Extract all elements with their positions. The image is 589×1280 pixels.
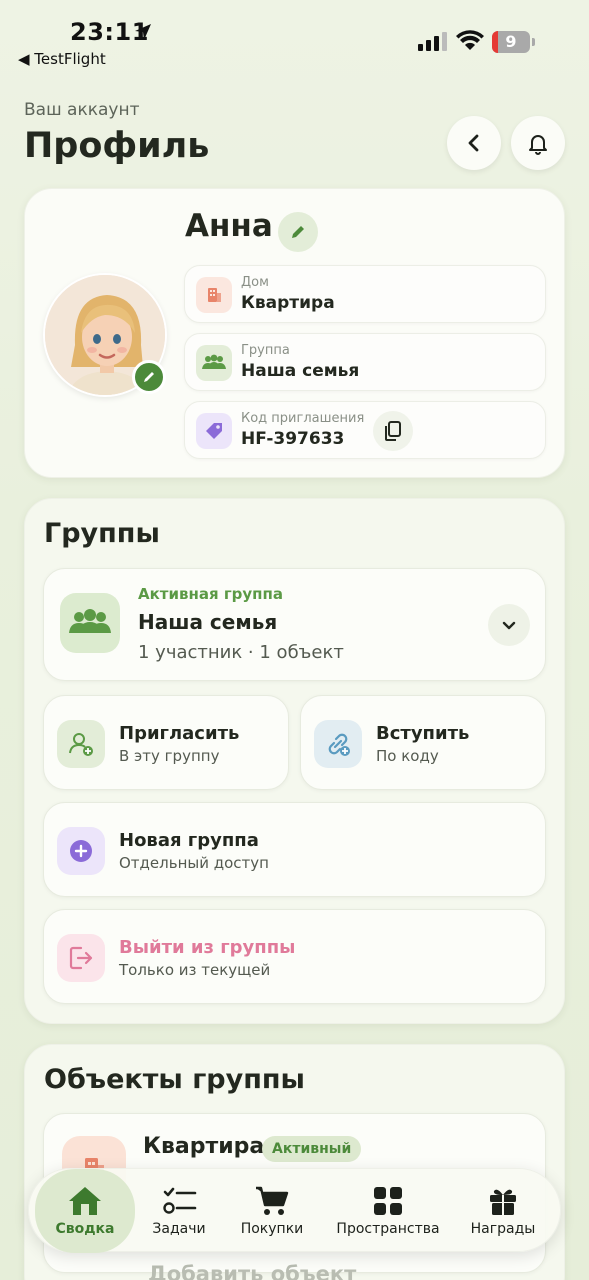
exit-icon	[57, 934, 105, 982]
add-object-button[interactable]: Добавить объект	[148, 1262, 356, 1280]
cellular-signal-icon	[418, 32, 447, 51]
tab-rewards-label: Награды	[470, 1221, 536, 1237]
link-add-icon	[314, 720, 362, 768]
home-icon	[69, 1187, 101, 1215]
pencil-icon	[144, 372, 154, 382]
groups-title: Группы	[44, 518, 160, 549]
new-group-tile[interactable]: Новая группа Отдельный доступ	[43, 802, 546, 897]
building-icon	[196, 277, 232, 313]
location-arrow-icon	[135, 24, 151, 40]
active-group-meta: 1 участник · 1 объект	[138, 642, 344, 663]
home-row[interactable]: Дом Квартира	[184, 265, 546, 323]
new-group-subtitle: Отдельный доступ	[119, 854, 269, 872]
tab-spaces-label: Пространства	[336, 1221, 440, 1237]
invite-subtitle: В эту группу	[119, 747, 220, 765]
checklist-icon	[163, 1187, 197, 1214]
people-icon	[196, 345, 232, 381]
profile-name: Анна	[185, 208, 273, 244]
invite-code-value: HF-397633	[241, 429, 345, 449]
active-group-tag: Активная группа	[138, 585, 284, 603]
tab-shopping-label: Покупки	[240, 1221, 304, 1237]
status-bar: 23:11 ◀ TestFlight 9	[0, 0, 589, 80]
invite-title: Пригласить	[119, 723, 240, 744]
invite-tile[interactable]: Пригласить В эту группу	[43, 695, 289, 790]
home-value: Квартира	[241, 293, 335, 313]
page-subtitle: Ваш аккаунт	[24, 100, 140, 120]
home-label: Дом	[241, 275, 269, 290]
join-tile[interactable]: Вступить По коду	[300, 695, 546, 790]
object-active-badge: Активный	[262, 1136, 362, 1162]
tab-summary[interactable]: Сводка	[35, 1169, 135, 1253]
avatar-edit-button[interactable]	[132, 360, 166, 394]
bottom-tab-bar: Сводка Задачи Покупки Пространства Награ…	[28, 1168, 561, 1253]
back-button[interactable]	[447, 116, 501, 170]
tab-summary-label: Сводка	[55, 1221, 115, 1237]
join-subtitle: По коду	[376, 747, 439, 765]
group-value: Наша семья	[241, 361, 360, 381]
wifi-icon	[456, 30, 484, 50]
leave-group-subtitle: Только из текущей	[119, 961, 271, 979]
battery-level: 9	[505, 32, 517, 51]
object-name: Квартира	[143, 1134, 265, 1159]
grid-icon	[374, 1187, 402, 1215]
leave-group-tile[interactable]: Выйти из группы Только из текущей	[43, 909, 546, 1004]
group-switch-button[interactable]	[488, 604, 530, 646]
chevron-left-icon	[468, 134, 479, 152]
join-title: Вступить	[376, 723, 470, 744]
cart-icon	[256, 1186, 289, 1215]
tab-spaces[interactable]: Пространства	[329, 1169, 447, 1253]
back-to-testflight-link[interactable]: ◀ TestFlight	[18, 50, 106, 68]
leave-group-title: Выйти из группы	[119, 937, 296, 958]
copy-code-button[interactable]	[373, 411, 413, 451]
group-objects-title: Объекты группы	[44, 1064, 305, 1095]
new-group-title: Новая группа	[119, 830, 259, 851]
bell-icon	[529, 135, 547, 155]
people-icon	[60, 593, 120, 653]
tab-tasks[interactable]: Задачи	[137, 1169, 221, 1253]
tag-icon	[196, 413, 232, 449]
add-user-icon	[57, 720, 105, 768]
group-row[interactable]: Группа Наша семья	[184, 333, 546, 391]
edit-name-button[interactable]	[278, 212, 318, 252]
chevron-down-icon	[502, 621, 516, 630]
active-group-name: Наша семья	[138, 610, 278, 634]
copy-icon	[385, 421, 401, 441]
notifications-button[interactable]	[511, 116, 565, 170]
plus-circle-icon	[57, 827, 105, 875]
group-label: Группа	[241, 343, 290, 358]
tab-shopping[interactable]: Покупки	[229, 1169, 315, 1253]
page-title: Профиль	[24, 126, 210, 166]
tab-tasks-label: Задачи	[152, 1221, 206, 1237]
invite-code-row[interactable]: Код приглашения HF-397633	[184, 401, 546, 459]
pencil-icon	[292, 226, 304, 238]
active-group-card[interactable]: Активная группа Наша семья 1 участник · …	[43, 568, 546, 681]
gift-icon	[490, 1189, 516, 1215]
invite-code-label: Код приглашения	[241, 411, 365, 426]
battery-indicator: 9	[492, 31, 536, 53]
tab-rewards[interactable]: Награды	[461, 1169, 545, 1253]
